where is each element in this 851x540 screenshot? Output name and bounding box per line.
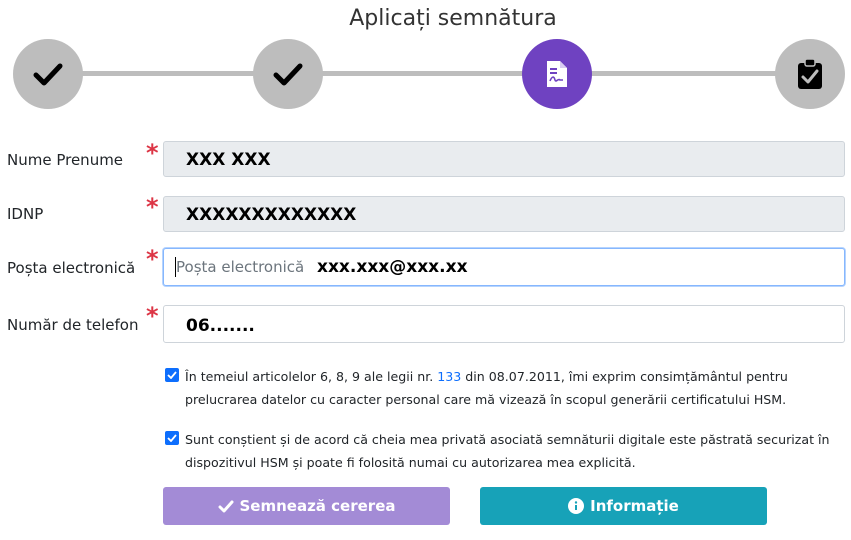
- name-field[interactable]: XXX XXX: [163, 141, 845, 177]
- sign-request-label: Semnează cererea: [239, 497, 396, 515]
- phone-label: Număr de telefon: [7, 316, 139, 334]
- step-1-done: [13, 39, 83, 109]
- idnp-row: IDNP * XXXXXXXXXXXXX: [0, 193, 851, 236]
- step-2-done: [253, 39, 323, 109]
- required-mark: *: [146, 245, 159, 273]
- info-label: Informație: [590, 497, 679, 515]
- name-row: Nume Prenume * XXX XXX: [0, 141, 851, 181]
- step-4-pending: [775, 39, 845, 109]
- email-value: xxx.xxx@xxx.xx: [317, 257, 468, 277]
- stepper-line: [48, 71, 810, 76]
- email-placeholder: Poșta electronică: [176, 258, 305, 276]
- checkbox-check-icon: [167, 434, 177, 442]
- gdpr-consent-checkbox[interactable]: [165, 368, 179, 382]
- required-mark: *: [146, 193, 159, 221]
- gdpr-consent-text: În temeiul articolelor 6, 8, 9 ale legii…: [185, 365, 847, 411]
- check-icon: [273, 63, 303, 86]
- info-button[interactable]: Informație: [480, 487, 767, 525]
- law-133-link[interactable]: 133: [437, 369, 461, 384]
- step-3-active: [522, 39, 592, 109]
- email-input[interactable]: Poșta electronică xxx.xxx@xxx.xx: [163, 248, 845, 286]
- hsm-consent-text: Sunt conștient și de acord că cheia mea …: [185, 432, 830, 470]
- check-icon: [218, 500, 233, 512]
- email-row: Poșta electronică * Poșta electronică xx…: [0, 245, 851, 288]
- clipboard-check-icon: [798, 58, 822, 89]
- idnp-value: XXXXXXXXXXXXX: [186, 205, 357, 225]
- idnp-label: IDNP: [7, 205, 44, 223]
- document-signature-icon: [547, 61, 567, 87]
- info-circle-icon: [568, 498, 585, 514]
- required-mark: *: [146, 302, 159, 330]
- sign-request-button[interactable]: Semnează cererea: [163, 487, 450, 525]
- idnp-field[interactable]: XXXXXXXXXXXXX: [163, 196, 845, 232]
- email-label: Poșta electronică: [7, 259, 136, 277]
- phone-input[interactable]: 06.......: [163, 305, 845, 343]
- phone-row: Număr de telefon * 06.......: [0, 302, 851, 345]
- name-label: Nume Prenume: [7, 151, 124, 169]
- check-icon: [33, 63, 63, 86]
- hsm-consent-checkbox[interactable]: [165, 431, 179, 445]
- required-mark: *: [146, 139, 159, 167]
- checkbox-check-icon: [167, 371, 177, 379]
- phone-value: 06.......: [186, 316, 255, 336]
- progress-stepper: [0, 0, 851, 120]
- gdpr-text-start: În temeiul articolelor 6, 8, 9 ale legii…: [185, 369, 438, 384]
- name-value: XXX XXX: [186, 150, 271, 170]
